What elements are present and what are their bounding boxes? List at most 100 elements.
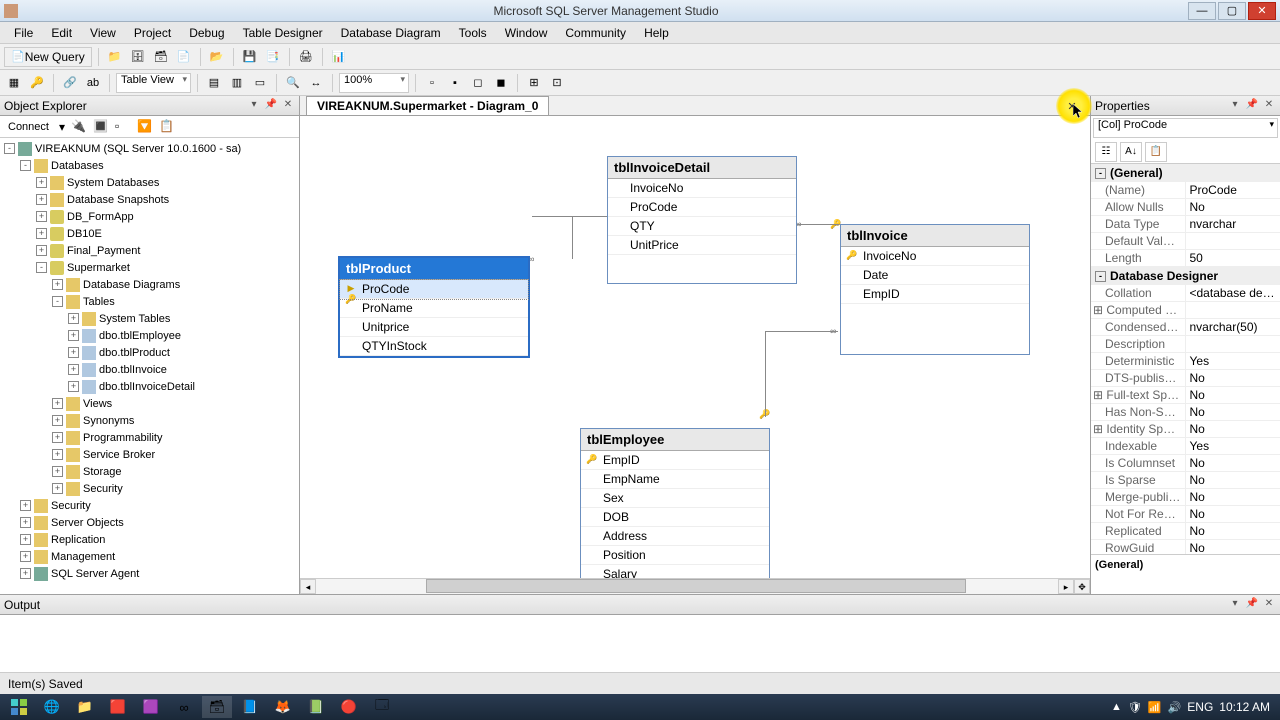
task-app2-icon[interactable]: 🟪 <box>136 696 166 718</box>
pane-pin-icon[interactable]: 📌 <box>264 99 278 113</box>
tree-node[interactable]: +dbo.tblInvoice <box>0 361 299 378</box>
property-value[interactable]: No <box>1186 199 1280 215</box>
property-row[interactable]: ⊞ Computed Column Specification <box>1091 302 1280 319</box>
task-app1-icon[interactable]: 🟥 <box>103 696 133 718</box>
pane-dropdown-icon[interactable]: ▾ <box>1228 99 1242 113</box>
pane-close-icon[interactable]: ✕ <box>1262 598 1276 612</box>
connect-button[interactable]: Connect <box>4 120 53 134</box>
tb-open-icon[interactable]: 📁 <box>105 47 125 67</box>
maximize-button[interactable]: ▢ <box>1218 2 1246 20</box>
property-value[interactable]: No <box>1186 455 1280 471</box>
property-category[interactable]: -(General) <box>1091 164 1280 182</box>
tb-rel1-icon[interactable]: ▫ <box>422 73 442 93</box>
expand-icon[interactable]: + <box>52 483 63 494</box>
property-value[interactable]: No <box>1186 421 1280 437</box>
property-value[interactable]: ProCode <box>1186 182 1280 198</box>
property-value[interactable]: <database default> <box>1186 285 1280 301</box>
tb-addtable-icon[interactable]: ▥ <box>227 73 247 93</box>
property-value[interactable]: No <box>1186 489 1280 505</box>
table-column[interactable]: Date <box>841 266 1029 285</box>
prop-alpha-icon[interactable]: A↓ <box>1120 142 1142 162</box>
tb-zoom-icon[interactable]: 🔍 <box>283 73 303 93</box>
tb-arrange-icon[interactable]: ⊞ <box>524 73 544 93</box>
table-column[interactable]: InvoiceNo <box>608 179 796 198</box>
property-row[interactable]: RowGuidNo <box>1091 540 1280 554</box>
property-row[interactable]: (Name)ProCode <box>1091 182 1280 199</box>
connect-reg-icon[interactable]: 📋 <box>159 119 175 135</box>
prop-categorized-icon[interactable]: ☷ <box>1095 142 1117 162</box>
property-value[interactable]: No <box>1186 506 1280 522</box>
tb-save-icon[interactable]: 💾 <box>240 47 260 67</box>
diagram-canvas[interactable]: ∞ ∞ 🔑 🔑 ∞ tblInvoiceDetail InvoiceNoProC… <box>300 116 1090 578</box>
table-view-combo[interactable]: Table View <box>116 73 191 93</box>
table-column[interactable]: QTYInStock <box>340 337 528 356</box>
tree-node[interactable]: +SQL Server Agent <box>0 565 299 582</box>
expand-icon[interactable]: + <box>52 432 63 443</box>
property-row[interactable]: ⊞ Identity SpecificationNo <box>1091 421 1280 438</box>
connect-filter2-icon[interactable]: 🔽 <box>137 119 153 135</box>
tray-time[interactable]: 10:12 AM <box>1219 700 1270 714</box>
expand-icon[interactable]: ⊞ <box>1093 388 1106 402</box>
properties-grid[interactable]: -(General)(Name)ProCodeAllow NullsNoData… <box>1091 164 1280 554</box>
tb-open2-icon[interactable]: 📂 <box>207 47 227 67</box>
property-row[interactable]: Merge-publishedNo <box>1091 489 1280 506</box>
prop-pages-icon[interactable]: 📋 <box>1145 142 1167 162</box>
expand-icon[interactable]: + <box>52 398 63 409</box>
task-firefox-icon[interactable]: 🦊 <box>268 696 298 718</box>
property-value[interactable]: No <box>1186 404 1280 420</box>
property-value[interactable]: No <box>1186 472 1280 488</box>
property-value[interactable]: 50 <box>1186 250 1280 266</box>
tb-relation-icon[interactable]: 🔗 <box>60 73 80 93</box>
task-ssms-icon[interactable]: 🗃 <box>202 696 232 718</box>
tree-node[interactable]: +Service Broker <box>0 446 299 463</box>
property-row[interactable]: Condensed Data Typenvarchar(50) <box>1091 319 1280 336</box>
tree-node[interactable]: +Security <box>0 480 299 497</box>
property-value[interactable]: Yes <box>1186 353 1280 369</box>
property-row[interactable]: Allow NullsNo <box>1091 199 1280 216</box>
tree-node[interactable]: +dbo.tblInvoiceDetail <box>0 378 299 395</box>
task-ie-icon[interactable]: 🌐 <box>37 696 67 718</box>
property-value[interactable] <box>1186 302 1280 318</box>
connect-filter-icon[interactable]: ▫ <box>115 119 131 135</box>
menu-community[interactable]: Community <box>557 24 634 42</box>
property-value[interactable]: Yes <box>1186 438 1280 454</box>
property-value[interactable] <box>1186 233 1280 249</box>
table-column[interactable]: QTY <box>608 217 796 236</box>
collapse-icon[interactable]: - <box>20 160 31 171</box>
menu-edit[interactable]: Edit <box>43 24 80 42</box>
document-tab[interactable]: VIREAKNUM.Supermarket - Diagram_0 <box>306 96 549 115</box>
expand-icon[interactable]: + <box>20 568 31 579</box>
tb-autosize-icon[interactable]: ↔ <box>306 73 326 93</box>
table-column[interactable]: ▶🔑ProCode <box>340 280 528 299</box>
tree-node[interactable]: +Replication <box>0 531 299 548</box>
tb-db-icon[interactable]: 🗄 <box>128 47 148 67</box>
property-row[interactable]: Data Typenvarchar <box>1091 216 1280 233</box>
connect-stop-icon[interactable]: 🔳 <box>93 119 109 135</box>
tb-table-icon[interactable]: ▦ <box>4 73 24 93</box>
expand-icon[interactable]: + <box>68 381 79 392</box>
tb-print-icon[interactable]: 🖨 <box>296 47 316 67</box>
expand-icon[interactable]: + <box>68 364 79 375</box>
menu-tools[interactable]: Tools <box>451 24 495 42</box>
tree-node[interactable]: +DB_FormApp <box>0 208 299 225</box>
menu-table-designer[interactable]: Table Designer <box>235 24 331 42</box>
pane-close-icon[interactable]: ✕ <box>1262 99 1276 113</box>
tb-saveall-icon[interactable]: 📑 <box>263 47 283 67</box>
table-column[interactable]: 🔑EmpID <box>581 451 769 470</box>
collapse-icon[interactable]: - <box>4 143 15 154</box>
tree-node[interactable]: +Database Snapshots <box>0 191 299 208</box>
tb-rel3-icon[interactable]: ◻ <box>468 73 488 93</box>
tree-node[interactable]: +DB10E <box>0 225 299 242</box>
table-column[interactable]: EmpName <box>581 470 769 489</box>
property-value[interactable]: nvarchar(50) <box>1186 319 1280 335</box>
properties-object-combo[interactable]: [Col] ProCode <box>1093 118 1278 138</box>
table-tblemployee[interactable]: tblEmployee 🔑EmpIDEmpNameSexDOBAddressPo… <box>580 428 770 578</box>
expand-icon[interactable]: + <box>36 194 47 205</box>
expand-icon[interactable]: + <box>20 500 31 511</box>
task-explorer-icon[interactable]: 📁 <box>70 696 100 718</box>
expand-icon[interactable]: + <box>20 551 31 562</box>
scroll-nav-icon[interactable]: ✥ <box>1074 579 1090 594</box>
table-column[interactable]: UnitPrice <box>608 236 796 255</box>
tree-node[interactable]: -VIREAKNUM (SQL Server 10.0.1600 - sa) <box>0 140 299 157</box>
property-row[interactable]: Collation<database default> <box>1091 285 1280 302</box>
